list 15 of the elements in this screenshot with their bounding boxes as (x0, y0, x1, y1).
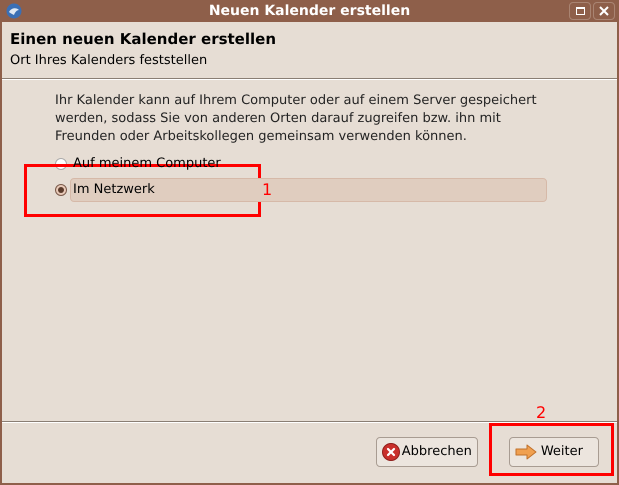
app-icon (6, 3, 22, 19)
page-title: Einen neuen Kalender erstellen (10, 29, 277, 50)
close-icon (599, 6, 609, 16)
close-button[interactable] (593, 2, 615, 20)
cancel-button[interactable]: Abbrechen (376, 437, 478, 467)
maximize-button[interactable] (569, 2, 591, 20)
page-subtitle: Ort Ihres Kalenders feststellen (10, 52, 208, 70)
description-text: Ihr Kalender kann auf Ihrem Computer oder auf einem Server gespeichert werden, sodass Sie von anderen Orten darauf zugreifen bzw. ihn mit Freunden oder Arbeitskollegen gemeinsam verwenden können. (55, 92, 538, 146)
arrow-right-icon (514, 444, 537, 460)
maximize-icon (576, 7, 584, 15)
annotation-number: 2 (536, 402, 546, 424)
annotation-number: 1 (262, 179, 272, 201)
window-title: Neuen Kalender erstellen (208, 2, 412, 20)
next-button[interactable]: Weiter (508, 437, 599, 467)
close-icon (382, 443, 400, 461)
